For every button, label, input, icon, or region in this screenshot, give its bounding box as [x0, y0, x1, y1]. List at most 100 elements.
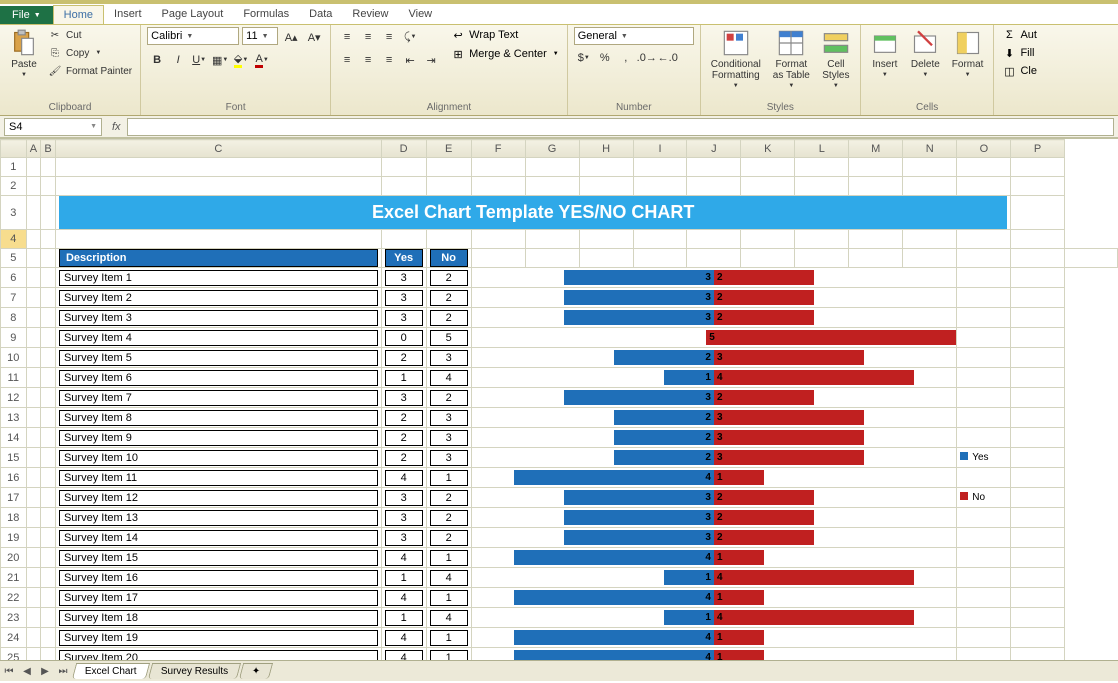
comma-button[interactable]: , [616, 48, 636, 68]
format-button[interactable]: Format▼ [948, 27, 988, 80]
col-header-G[interactable]: G [525, 140, 579, 158]
row-header-21[interactable]: 21 [1, 568, 27, 588]
align-left-button[interactable]: ≡ [337, 50, 357, 70]
col-header-B[interactable]: B [41, 140, 56, 158]
row-header-11[interactable]: 11 [1, 368, 27, 388]
row-header-9[interactable]: 9 [1, 328, 27, 348]
fill-color-button[interactable]: ⬙▼ [231, 50, 251, 70]
row-header-19[interactable]: 19 [1, 528, 27, 548]
bold-button[interactable]: B [147, 50, 167, 70]
fill-button[interactable]: ⬇Fill [1000, 45, 1036, 61]
percent-button[interactable]: % [595, 48, 615, 68]
delete-button[interactable]: Delete▼ [907, 27, 944, 80]
border-button[interactable]: ▦▼ [210, 50, 230, 70]
row-header-6[interactable]: 6 [1, 268, 27, 288]
clear-button[interactable]: ◫Cle [1000, 63, 1039, 79]
col-header-F[interactable]: F [471, 140, 525, 158]
row-header-3[interactable]: 3 [1, 196, 27, 230]
row-header-20[interactable]: 20 [1, 548, 27, 568]
insert-button[interactable]: Insert▼ [867, 27, 903, 80]
cut-button[interactable]: ✂Cut [46, 27, 134, 43]
wrap-text-button[interactable]: ↩Wrap Text [449, 27, 561, 43]
row-header-7[interactable]: 7 [1, 288, 27, 308]
row-header-23[interactable]: 23 [1, 608, 27, 628]
fx-icon[interactable]: fx [112, 121, 121, 133]
dec-decimal-button[interactable]: ←.0 [658, 48, 678, 68]
spreadsheet-grid[interactable]: ABCDEFGHIJKLMNOP123Excel Chart Template … [0, 138, 1118, 660]
inc-decimal-button[interactable]: .0→ [637, 48, 657, 68]
formula-input[interactable] [127, 118, 1114, 136]
row-header-5[interactable]: 5 [1, 249, 27, 268]
row-header-24[interactable]: 24 [1, 628, 27, 648]
tab-data[interactable]: Data [299, 5, 342, 24]
underline-button[interactable]: U▼ [189, 50, 209, 70]
new-sheet-button[interactable]: ✦ [239, 663, 274, 679]
row-header-2[interactable]: 2 [1, 177, 27, 196]
sheet-tab-other[interactable]: Survey Results [148, 663, 242, 679]
orientation-button[interactable]: ⤹▼ [400, 27, 420, 47]
row-header-25[interactable]: 25 [1, 648, 27, 661]
row-header-22[interactable]: 22 [1, 588, 27, 608]
row-header-13[interactable]: 13 [1, 408, 27, 428]
col-header-E[interactable]: E [426, 140, 471, 158]
col-header-I[interactable]: I [633, 140, 687, 158]
copy-button[interactable]: ⎘Copy▼ [46, 45, 134, 61]
row-header-14[interactable]: 14 [1, 428, 27, 448]
row-header-4[interactable]: 4 [1, 230, 27, 249]
font-size-combo[interactable]: 11▼ [242, 27, 278, 45]
col-header-H[interactable]: H [579, 140, 633, 158]
col-header-A[interactable]: A [26, 140, 41, 158]
font-color-button[interactable]: A▼ [252, 50, 272, 70]
row-header-16[interactable]: 16 [1, 468, 27, 488]
conditional-formatting-button[interactable]: Conditional Formatting▼ [707, 27, 765, 91]
row-header-10[interactable]: 10 [1, 348, 27, 368]
row-header-15[interactable]: 15 [1, 448, 27, 468]
last-sheet-button[interactable]: ⏭ [54, 666, 72, 677]
shrink-font-button[interactable]: A▾ [304, 27, 324, 47]
select-all-button[interactable] [1, 140, 27, 158]
tab-insert[interactable]: Insert [104, 5, 152, 24]
indent-dec-button[interactable]: ⇤ [400, 50, 420, 70]
row-header-1[interactable]: 1 [1, 158, 27, 177]
align-center-button[interactable]: ≡ [358, 50, 378, 70]
align-top-button[interactable]: ≡ [337, 27, 357, 47]
row-header-17[interactable]: 17 [1, 488, 27, 508]
grow-font-button[interactable]: A▴ [281, 27, 301, 47]
italic-button[interactable]: I [168, 50, 188, 70]
align-right-button[interactable]: ≡ [379, 50, 399, 70]
format-as-table-button[interactable]: Format as Table▼ [769, 27, 814, 91]
row-header-8[interactable]: 8 [1, 308, 27, 328]
tab-formulas[interactable]: Formulas [233, 5, 299, 24]
col-header-N[interactable]: N [903, 140, 957, 158]
prev-sheet-button[interactable]: ◀ [18, 666, 36, 677]
col-header-M[interactable]: M [849, 140, 903, 158]
paste-button[interactable]: Paste ▼ [6, 27, 42, 80]
font-name-combo[interactable]: Calibri▼ [147, 27, 239, 45]
number-format-combo[interactable]: General▼ [574, 27, 694, 45]
col-header-C[interactable]: C [55, 140, 381, 158]
name-box[interactable]: S4▼ [4, 118, 102, 136]
autosum-button[interactable]: ΣAut [1000, 27, 1039, 43]
col-header-J[interactable]: J [687, 140, 741, 158]
row-header-18[interactable]: 18 [1, 508, 27, 528]
col-header-P[interactable]: P [1011, 140, 1064, 158]
next-sheet-button[interactable]: ▶ [36, 666, 54, 677]
col-header-L[interactable]: L [795, 140, 849, 158]
tab-review[interactable]: Review [342, 5, 398, 24]
cell-styles-button[interactable]: Cell Styles▼ [818, 27, 854, 91]
col-header-D[interactable]: D [381, 140, 426, 158]
row-header-12[interactable]: 12 [1, 388, 27, 408]
col-header-O[interactable]: O [957, 140, 1011, 158]
align-middle-button[interactable]: ≡ [358, 27, 378, 47]
tab-view[interactable]: View [398, 5, 442, 24]
align-bottom-button[interactable]: ≡ [379, 27, 399, 47]
file-tab[interactable]: File ▼ [0, 6, 53, 24]
tab-page-layout[interactable]: Page Layout [152, 5, 234, 24]
accounting-button[interactable]: $▼ [574, 48, 594, 68]
sheet-tab-active[interactable]: Excel Chart [72, 663, 150, 679]
indent-inc-button[interactable]: ⇥ [421, 50, 441, 70]
merge-center-button[interactable]: ⊞Merge & Center▼ [449, 46, 561, 62]
col-header-K[interactable]: K [741, 140, 795, 158]
format-painter-button[interactable]: 🖌Format Painter [46, 63, 134, 79]
tab-home[interactable]: Home [53, 5, 104, 24]
